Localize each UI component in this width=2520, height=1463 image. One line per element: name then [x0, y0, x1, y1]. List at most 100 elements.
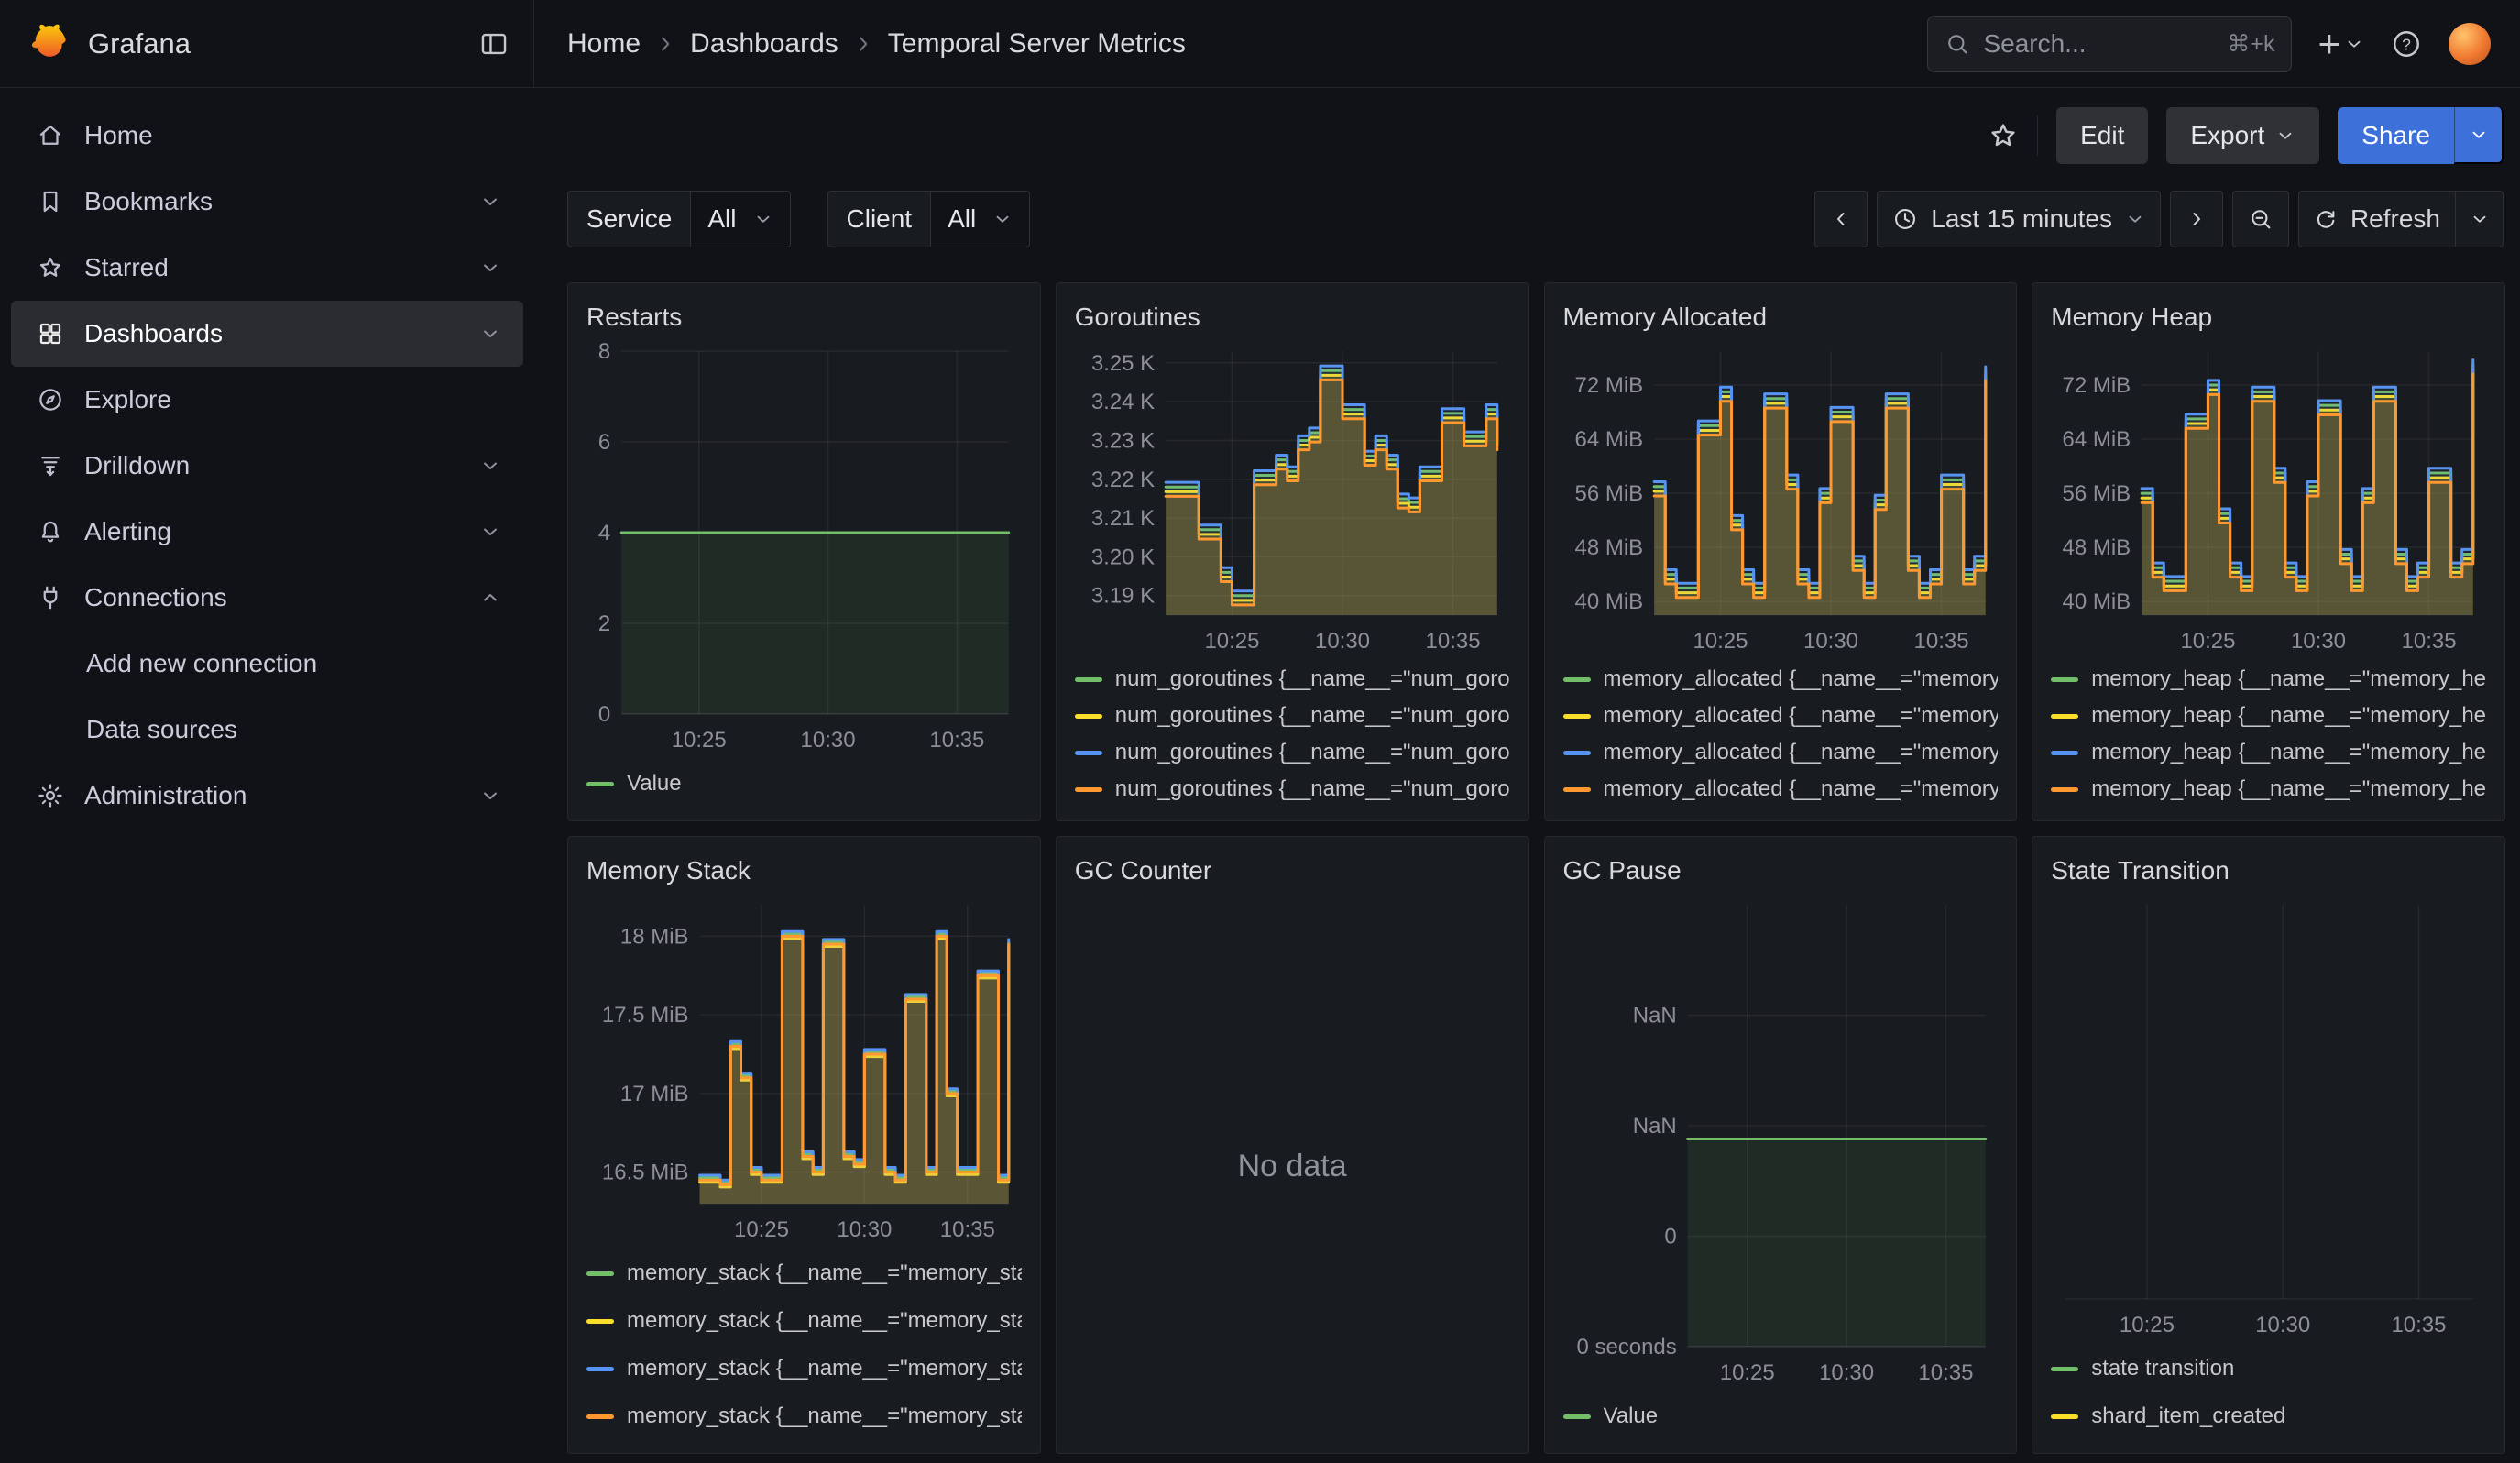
- legend-item[interactable]: memory_heap {__name__="memory_heap", cli…: [2051, 771, 2486, 808]
- time-forward-button[interactable]: [2170, 191, 2223, 248]
- legend-label: num_goroutines {__name__="num_goroutines…: [1115, 666, 1510, 692]
- panel-title[interactable]: Memory Allocated: [1563, 296, 1999, 338]
- panel-title[interactable]: Goroutines: [1075, 296, 1510, 338]
- sidebar-item-label: Alerting: [84, 517, 171, 546]
- legend-label: memory_stack {__name__="memory_stack", c…: [627, 1403, 1022, 1429]
- svg-text:10:25: 10:25: [2120, 1313, 2175, 1337]
- svg-text:72 MiB: 72 MiB: [1574, 373, 1643, 398]
- share-menu-button[interactable]: [2454, 107, 2504, 164]
- svg-text:10:30: 10:30: [1803, 629, 1858, 654]
- legend-item[interactable]: memory_allocated {__name__="memory_alloc…: [1563, 698, 1999, 734]
- service-variable-picker: Service All: [567, 191, 791, 248]
- legend-item[interactable]: memory_stack {__name__="memory_stack", c…: [586, 1345, 1022, 1392]
- refresh-interval-button[interactable]: [2456, 191, 2504, 248]
- user-avatar[interactable]: [2449, 23, 2491, 65]
- legend-item[interactable]: memory_allocated {__name__="memory_alloc…: [1563, 734, 1999, 771]
- panel-title[interactable]: GC Pause: [1563, 850, 1999, 892]
- chevron-up-icon[interactable]: [479, 587, 501, 609]
- chevron-down-icon[interactable]: [479, 191, 501, 213]
- legend-item[interactable]: num_goroutines {__name__="num_goroutines…: [1075, 661, 1510, 698]
- panel-grid: Restarts 0246810:2510:3010:35 Value Goro…: [567, 282, 2505, 1454]
- help-button[interactable]: ?: [2390, 28, 2423, 60]
- apps-grid-icon: [37, 320, 64, 347]
- chart-area: 40 MiB48 MiB56 MiB64 MiB72 MiB10:2510:30…: [1563, 338, 1999, 657]
- sidebar-item-add-new-connection[interactable]: Add new connection: [11, 631, 523, 697]
- star-icon: [37, 254, 64, 281]
- chevron-down-icon[interactable]: [479, 323, 501, 345]
- sidebar-item-explore[interactable]: Explore: [11, 367, 523, 433]
- series-color-swatch: [1075, 751, 1102, 755]
- chevron-down-icon[interactable]: [479, 257, 501, 279]
- legend-item[interactable]: num_goroutines {__name__="num_goroutines…: [1075, 698, 1510, 734]
- legend-label: memory_stack {__name__="memory_stack", c…: [627, 1308, 1022, 1334]
- panel-title[interactable]: State Transition: [2051, 850, 2486, 892]
- chart-area: 0 seconds0NaNNaN10:2510:3010:35: [1563, 892, 1999, 1389]
- refresh-label: Refresh: [2350, 204, 2440, 234]
- client-variable-value[interactable]: All: [931, 191, 1030, 248]
- legend-item[interactable]: Value: [586, 760, 1022, 808]
- legend-item[interactable]: num_goroutines {__name__="num_goroutines…: [1075, 734, 1510, 771]
- zoom-out-button[interactable]: [2232, 191, 2289, 248]
- chevron-left-icon: [1830, 208, 1852, 230]
- sidebar-item-alerting[interactable]: Alerting: [11, 499, 523, 565]
- panel-memory-heap: Memory Heap 40 MiB48 MiB56 MiB64 MiB72 M…: [2032, 282, 2505, 821]
- search-input[interactable]: [1983, 29, 2214, 59]
- export-button[interactable]: Export: [2166, 107, 2319, 164]
- search-box[interactable]: ⌘+k: [1927, 16, 2292, 72]
- legend-item[interactable]: memory_heap {__name__="memory_heap", cli…: [2051, 698, 2486, 734]
- new-button[interactable]: +: [2317, 25, 2364, 63]
- svg-text:3.19 K: 3.19 K: [1091, 584, 1155, 609]
- sidebar-item-bookmarks[interactable]: Bookmarks: [11, 169, 523, 235]
- legend-item[interactable]: memory_allocated {__name__="memory_alloc…: [1563, 661, 1999, 698]
- sidebar-item-dashboards[interactable]: Dashboards: [11, 301, 523, 367]
- refresh-button[interactable]: Refresh: [2298, 191, 2456, 248]
- time-back-button[interactable]: [1814, 191, 1868, 248]
- time-range-picker[interactable]: Last 15 minutes: [1877, 191, 2161, 248]
- sidebar-item-starred[interactable]: Starred: [11, 235, 523, 301]
- series-color-swatch: [586, 1271, 614, 1276]
- legend-item[interactable]: memory_heap {__name__="memory_heap", cli…: [2051, 661, 2486, 698]
- legend: memory_heap {__name__="memory_heap", cli…: [2051, 657, 2486, 808]
- legend-item[interactable]: state transition: [2051, 1345, 2486, 1392]
- sidebar-item-drilldown[interactable]: Drilldown: [11, 433, 523, 499]
- sidebar-item-data-sources[interactable]: Data sources: [11, 697, 523, 763]
- favorite-star-button[interactable]: [1988, 120, 2019, 151]
- service-variable-value[interactable]: All: [691, 191, 790, 248]
- series-color-swatch: [1563, 751, 1591, 755]
- panel-title[interactable]: Memory Stack: [586, 850, 1022, 892]
- svg-text:0 seconds: 0 seconds: [1576, 1335, 1676, 1359]
- chevron-down-icon[interactable]: [479, 521, 501, 543]
- sidebar-item-connections[interactable]: Connections: [11, 565, 523, 631]
- legend-label: memory_heap {__name__="memory_heap", cli…: [2091, 740, 2486, 765]
- panel-gc-counter: GC Counter No data: [1056, 836, 1529, 1454]
- panel-title[interactable]: GC Counter: [1075, 850, 1510, 892]
- breadcrumb-dashboards[interactable]: Dashboards: [690, 28, 838, 60]
- legend-item[interactable]: memory_stack {__name__="memory_stack", c…: [586, 1249, 1022, 1297]
- chevron-down-icon[interactable]: [479, 455, 501, 477]
- sidebar-item-label: Explore: [84, 385, 171, 414]
- legend-item[interactable]: num_goroutines {__name__="num_goroutines…: [1075, 771, 1510, 808]
- panel-title[interactable]: Memory Heap: [2051, 296, 2486, 338]
- sidebar-item-home[interactable]: Home: [11, 103, 523, 169]
- edit-button[interactable]: Edit: [2056, 107, 2148, 164]
- panel-title[interactable]: Restarts: [586, 296, 1022, 338]
- breadcrumb-home[interactable]: Home: [567, 28, 641, 60]
- legend-item[interactable]: memory_allocated {__name__="memory_alloc…: [1563, 771, 1999, 808]
- breadcrumb-current: Temporal Server Metrics: [888, 28, 1186, 60]
- sidebar-toggle-button[interactable]: [478, 28, 509, 60]
- sidebar-item-administration[interactable]: Administration: [11, 763, 523, 829]
- chevron-right-icon: [2186, 208, 2208, 230]
- svg-text:3.23 K: 3.23 K: [1091, 428, 1155, 453]
- svg-text:10:35: 10:35: [1425, 629, 1480, 654]
- legend-item[interactable]: memory_stack {__name__="memory_stack", c…: [586, 1297, 1022, 1345]
- share-button[interactable]: Share: [2338, 107, 2454, 164]
- svg-text:10:30: 10:30: [2291, 629, 2346, 654]
- legend-item[interactable]: shard_item_created: [2051, 1392, 2486, 1440]
- chevron-down-icon[interactable]: [479, 785, 501, 807]
- chart-svg: 40 MiB48 MiB56 MiB64 MiB72 MiB10:2510:30…: [2051, 338, 2486, 657]
- legend-item[interactable]: Value: [1563, 1392, 1999, 1440]
- panel-state-transition: State Transition 10:2510:3010:35 state t…: [2032, 836, 2505, 1454]
- legend-item[interactable]: memory_heap {__name__="memory_heap", cli…: [2051, 734, 2486, 771]
- legend-item[interactable]: memory_stack {__name__="memory_stack", c…: [586, 1392, 1022, 1440]
- svg-text:48 MiB: 48 MiB: [1574, 535, 1643, 560]
